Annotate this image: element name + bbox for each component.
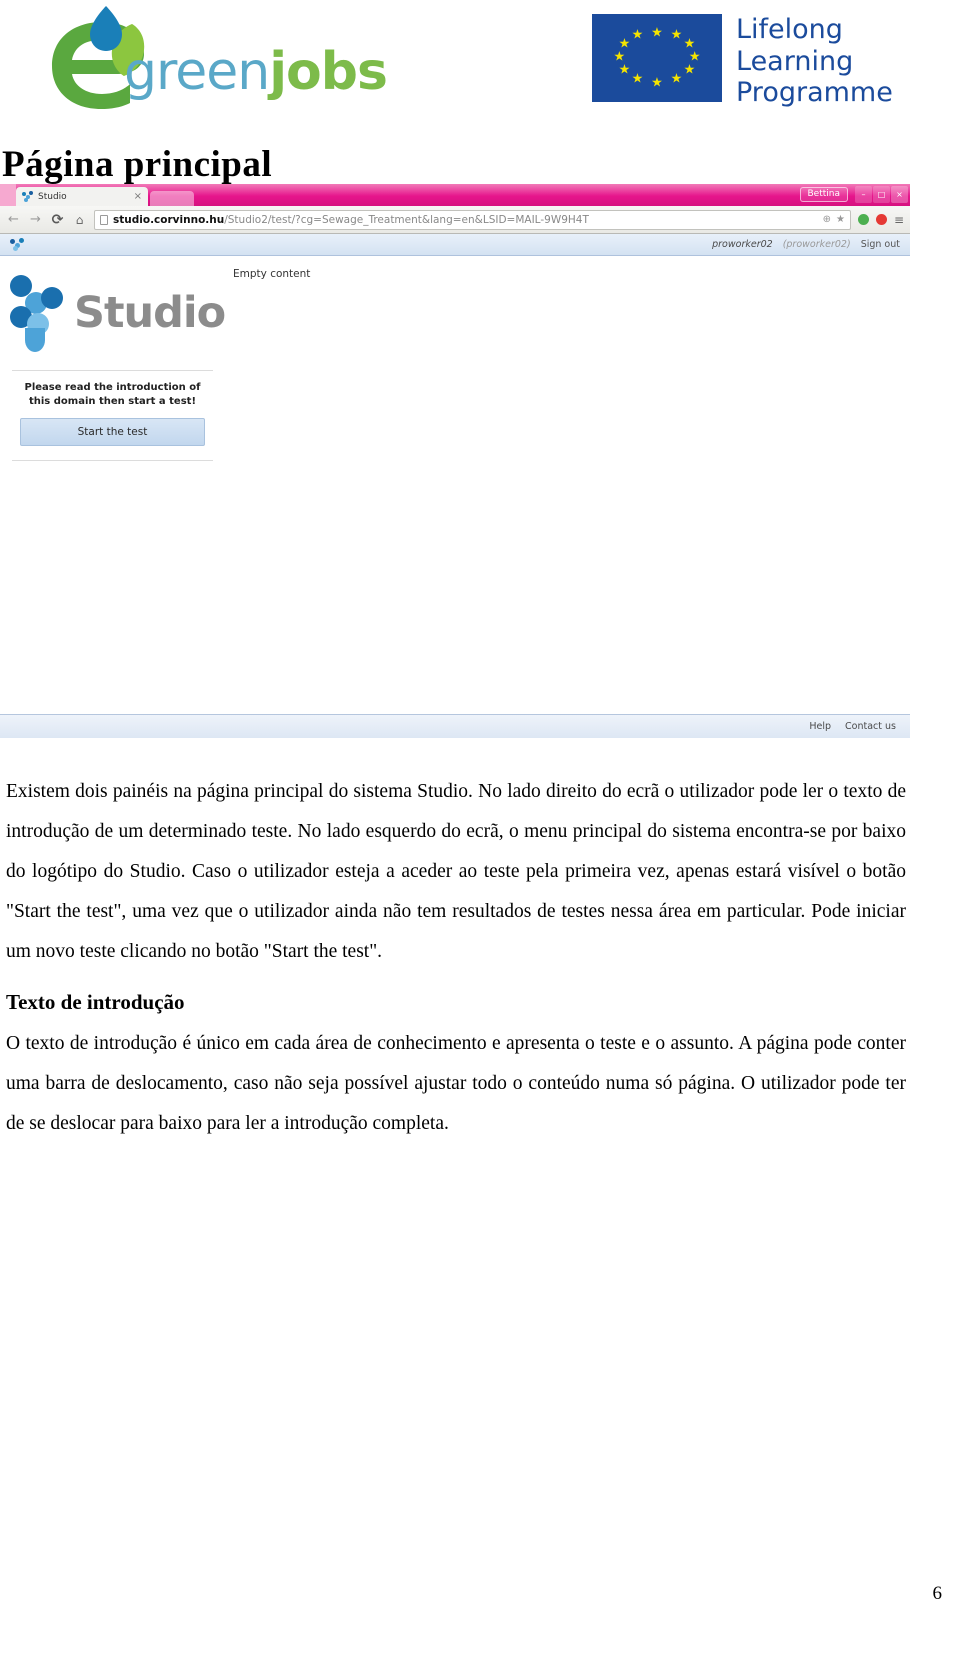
bookmark-star-icon[interactable]: ★ [836, 214, 845, 225]
contact-us-link[interactable]: Contact us [845, 721, 896, 732]
egreenjobs-green-text: green [124, 42, 270, 102]
browser-toolbar: ← → ⟳ ⌂ studio.corvinno.hu/Studio2/test/… [0, 206, 910, 234]
page-number: 6 [932, 1583, 943, 1604]
egreenjobs-logo: greenjobs [28, 4, 388, 110]
studio-mini-logo-icon [10, 237, 26, 252]
eu-flag-icon: ★ ★ ★ ★ ★ ★ ★ ★ ★ ★ ★ ★ [592, 14, 722, 102]
start-the-test-button[interactable]: Start the test [20, 418, 205, 446]
window-minimize-button[interactable]: – [855, 186, 872, 203]
lifelong-learning-text: Lifelong Learning Programme [736, 14, 893, 109]
help-link[interactable]: Help [809, 721, 831, 732]
app-body: Studio Please read the introduction of t… [0, 256, 910, 738]
back-icon[interactable]: ← [6, 212, 21, 227]
lifelong-learning-logo: ★ ★ ★ ★ ★ ★ ★ ★ ★ ★ ★ ★ Lifelong Learnin… [592, 14, 893, 109]
app-footer: Help Contact us [0, 714, 910, 738]
left-panel-divider-bottom [12, 460, 213, 461]
app-topbar: proworker02 (proworker02) Sign out [0, 234, 910, 256]
subheading-texto-de-introducao: Texto de introdução [6, 990, 185, 1014]
studio-wordmark: Studio [74, 288, 226, 338]
page-info-icon[interactable] [100, 214, 108, 225]
url-host: studio.corvinno.hu [113, 213, 225, 226]
browser-screenshot: Studio × Bettina – □ × ← → ⟳ ⌂ studio.co… [0, 184, 910, 762]
paragraph-2: O texto de introdução é único em cada ár… [6, 1033, 906, 1134]
document-header: greenjobs ★ ★ ★ ★ ★ ★ ★ ★ ★ ★ ★ ★ Lifelo… [0, 0, 960, 120]
studio-logo: Studio [10, 270, 226, 356]
browser-tab-label: Studio [38, 191, 67, 202]
url-path: /Studio2/test/?cg=Sewage_Treatment&lang=… [224, 213, 589, 226]
app-left-panel: Studio Please read the introduction of t… [0, 256, 226, 738]
studio-dots-icon [10, 273, 78, 353]
reload-icon[interactable]: ⟳ [50, 212, 65, 228]
page-title: Página principal [2, 143, 273, 185]
window-close-button[interactable]: × [891, 186, 908, 203]
empty-content-label: Empty content [233, 268, 311, 280]
address-bar[interactable]: studio.corvinno.hu/Studio2/test/?cg=Sewa… [94, 209, 851, 230]
left-panel-divider-top [12, 370, 213, 371]
tab-close-icon[interactable]: × [134, 191, 142, 202]
ll-line-1: Lifelong [736, 14, 843, 45]
paragraph-1: Existem dois painéis na página principal… [6, 781, 906, 962]
extension-red-icon[interactable] [875, 214, 887, 225]
window-controls: – □ × [855, 186, 908, 203]
studio-favicon-icon [22, 191, 33, 202]
new-tab-button[interactable] [150, 191, 194, 206]
ll-line-2: Learning [736, 45, 854, 77]
document-body: Existem dois painéis na página principal… [6, 772, 906, 1144]
browser-tab-studio[interactable]: Studio × [16, 187, 148, 206]
egreenjobs-jobs-text: jobs [269, 42, 388, 102]
browser-titlebar: Studio × Bettina – □ × [0, 184, 910, 206]
ll-line-3: Programme [736, 77, 893, 109]
browser-profile-name[interactable]: Bettina [799, 187, 848, 202]
app-user-info: proworker02 (proworker02) Sign out [712, 239, 900, 250]
app-right-panel: Empty content [225, 256, 910, 738]
zoom-icon[interactable]: ⊕ [823, 214, 831, 225]
home-icon[interactable]: ⌂ [72, 213, 87, 227]
forward-icon[interactable]: → [28, 212, 43, 227]
window-maximize-button[interactable]: □ [873, 186, 890, 203]
app-user-id: (proworker02) [782, 239, 851, 250]
extension-green-icon[interactable] [857, 214, 869, 225]
sign-out-link[interactable]: Sign out [861, 239, 900, 250]
egreenjobs-wordmark: greenjobs [124, 46, 388, 98]
app-user-name: proworker02 [712, 239, 773, 250]
left-panel-hint: Please read the introduction of this dom… [24, 382, 201, 407]
browser-menu-icon[interactable]: ≡ [894, 214, 904, 226]
